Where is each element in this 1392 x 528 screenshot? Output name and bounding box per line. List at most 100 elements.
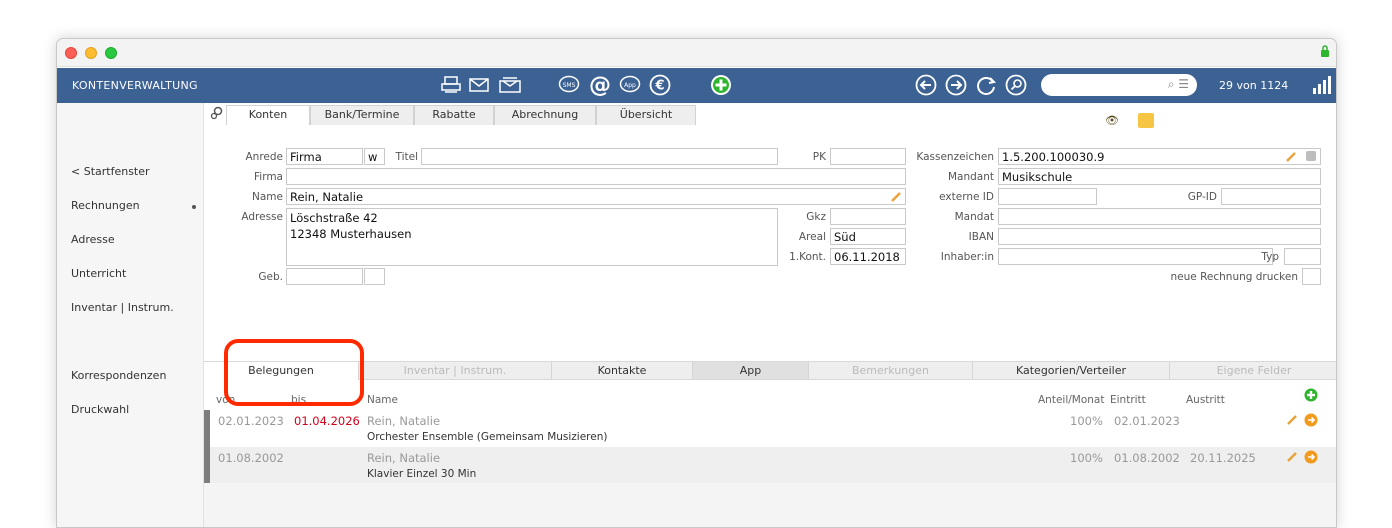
- typ-label: Typ: [1261, 251, 1279, 263]
- mandat-label: Mandat: [954, 211, 994, 223]
- row-eintritt: 01.08.2002: [1114, 451, 1180, 465]
- row-status-bar: [204, 410, 210, 447]
- tab-uebersicht[interactable]: Übersicht: [596, 105, 696, 125]
- tab-bank-termine[interactable]: Bank/Termine: [310, 105, 414, 125]
- firma-label: Firma: [254, 171, 283, 183]
- main-content: Konten Bank/Termine Rabatte Abrechnung Ü…: [204, 103, 1336, 527]
- kont-field[interactable]: 06.11.2018: [830, 248, 906, 265]
- column-header-anteil-monat[interactable]: Anteil/Monat: [1038, 394, 1104, 406]
- row-status-bar: [204, 447, 210, 484]
- neue-rechnung-checkbox[interactable]: [1302, 268, 1321, 285]
- anrede-label: Anrede: [245, 151, 283, 163]
- row-anteil: 100%: [1070, 414, 1103, 428]
- areal-field[interactable]: Süd: [830, 228, 906, 245]
- adresse-label: Adresse: [241, 211, 283, 223]
- tab-konten[interactable]: Konten: [226, 105, 310, 125]
- mail-tray-icon[interactable]: [497, 73, 523, 97]
- sidebar-item-druckwahl[interactable]: Druckwahl: [71, 403, 129, 416]
- at-email-icon[interactable]: @: [587, 73, 613, 98]
- sidebar-item-korrespondenzen[interactable]: Korrespondenzen: [71, 369, 166, 382]
- tab-rabatte[interactable]: Rabatte: [414, 105, 494, 125]
- minimize-window-button[interactable]: [85, 47, 97, 59]
- geb-date-field[interactable]: [286, 268, 363, 285]
- kont-label: 1.Kont.: [789, 251, 826, 263]
- pk-field[interactable]: [830, 148, 906, 165]
- goto-arrow-icon[interactable]: [1304, 413, 1318, 427]
- next-record-icon[interactable]: [944, 73, 968, 97]
- column-header-austritt[interactable]: Austritt: [1186, 394, 1225, 406]
- anrede-gender-field[interactable]: w: [364, 148, 385, 165]
- name-field[interactable]: Rein, Natalie: [286, 188, 906, 205]
- column-header-name[interactable]: Name: [367, 394, 398, 406]
- sidebar-item-inventar[interactable]: Inventar | Instrum.: [71, 301, 174, 314]
- sidebar-item-startfenster[interactable]: < Startfenster: [71, 165, 150, 178]
- inhaber-label: Inhaber:in: [940, 251, 994, 263]
- row-eintritt: 02.01.2023: [1114, 414, 1180, 428]
- tab-bemerkungen[interactable]: Bemerkungen: [809, 362, 973, 379]
- close-window-button[interactable]: [65, 47, 77, 59]
- edit-pencil-icon[interactable]: [1286, 413, 1299, 426]
- firma-field[interactable]: [286, 168, 906, 185]
- previous-record-icon[interactable]: [914, 73, 938, 97]
- settings-gear-icon[interactable]: [210, 106, 223, 120]
- gkz-field[interactable]: [830, 208, 906, 225]
- adresse-field[interactable]: Löschstraße 42 12348 Musterhausen: [286, 208, 778, 266]
- kassenzeichen-field[interactable]: 1.5.200.100030.9: [998, 148, 1321, 165]
- edit-pencil-icon[interactable]: [1286, 450, 1299, 463]
- sidebar-item-adresse[interactable]: Adresse: [71, 233, 115, 246]
- tab-eigene-felder[interactable]: Eigene Felder: [1170, 362, 1336, 379]
- print-icon[interactable]: [439, 73, 463, 97]
- svg-text:App: App: [624, 82, 636, 89]
- record-tabs: Konten Bank/Termine Rabatte Abrechnung Ü…: [204, 103, 1336, 128]
- svg-text:€: €: [654, 79, 664, 94]
- anrede-field[interactable]: Firma: [286, 148, 363, 165]
- search-input[interactable]: ⌕ ☰: [1041, 74, 1197, 96]
- tab-kontakte[interactable]: Kontakte: [552, 362, 693, 379]
- row-von: 02.01.2023: [218, 414, 284, 428]
- table-row[interactable]: 02.01.2023 01.04.2026 Rein, Natalie Orch…: [204, 410, 1336, 447]
- gp-id-label: GP-ID: [1187, 191, 1217, 203]
- kassenzeichen-copy-icon[interactable]: [1306, 151, 1316, 161]
- tab-kategorien-verteiler[interactable]: Kategorien/Verteiler: [973, 362, 1170, 379]
- mandant-label: Mandant: [947, 171, 994, 183]
- table-row[interactable]: 01.08.2002 Rein, Natalie Klavier Einzel …: [204, 447, 1336, 484]
- geb-extra-field[interactable]: [364, 268, 385, 285]
- mandant-field[interactable]: Musikschule: [998, 168, 1321, 185]
- typ-field[interactable]: [1284, 248, 1321, 265]
- sms-icon[interactable]: SMS: [557, 73, 581, 97]
- add-account-icon[interactable]: [709, 73, 733, 97]
- add-belegung-icon[interactable]: [1304, 388, 1318, 402]
- titel-field[interactable]: [421, 148, 778, 165]
- geb-label: Geb.: [258, 271, 283, 283]
- externe-id-field[interactable]: [998, 188, 1097, 205]
- name-edit-pencil-icon[interactable]: [890, 190, 903, 203]
- goto-arrow-icon[interactable]: [1304, 450, 1318, 464]
- svg-text:SMS: SMS: [563, 82, 576, 89]
- column-header-eintritt[interactable]: Eintritt: [1110, 394, 1146, 406]
- row-austritt: 20.11.2025: [1190, 451, 1256, 465]
- signal-bars-icon: [1313, 76, 1331, 94]
- refresh-icon[interactable]: [974, 73, 998, 97]
- zoom-window-button[interactable]: [105, 47, 117, 59]
- sidebar-item-rechnungen[interactable]: Rechnungen: [71, 199, 140, 212]
- app-message-icon[interactable]: App: [618, 73, 642, 97]
- sidebar-item-unterricht[interactable]: Unterricht: [71, 267, 126, 280]
- note-icon[interactable]: [1138, 113, 1154, 128]
- table-empty-area: [204, 483, 1336, 527]
- mail-icon[interactable]: [467, 73, 491, 97]
- search-record-icon[interactable]: [1004, 73, 1028, 97]
- euro-icon[interactable]: €: [648, 73, 672, 97]
- iban-field[interactable]: [998, 228, 1321, 245]
- externe-id-label: externe ID: [939, 191, 994, 203]
- tab-abrechnung[interactable]: Abrechnung: [494, 105, 596, 125]
- gp-id-field[interactable]: [1221, 188, 1321, 205]
- tab-inventar-instrum[interactable]: Inventar | Instrum.: [359, 362, 552, 379]
- kassenzeichen-edit-pencil-icon[interactable]: [1285, 150, 1298, 163]
- neue-rechnung-label: neue Rechnung drucken: [1170, 271, 1298, 283]
- mandat-field[interactable]: [998, 208, 1321, 225]
- row-course: Orchester Ensemble (Gemeinsam Musizieren…: [367, 431, 608, 443]
- inhaber-field[interactable]: [998, 248, 1273, 265]
- row-course: Klavier Einzel 30 Min: [367, 468, 477, 480]
- tab-app[interactable]: App: [693, 362, 809, 379]
- eye-icon[interactable]: 👁: [1105, 114, 1119, 127]
